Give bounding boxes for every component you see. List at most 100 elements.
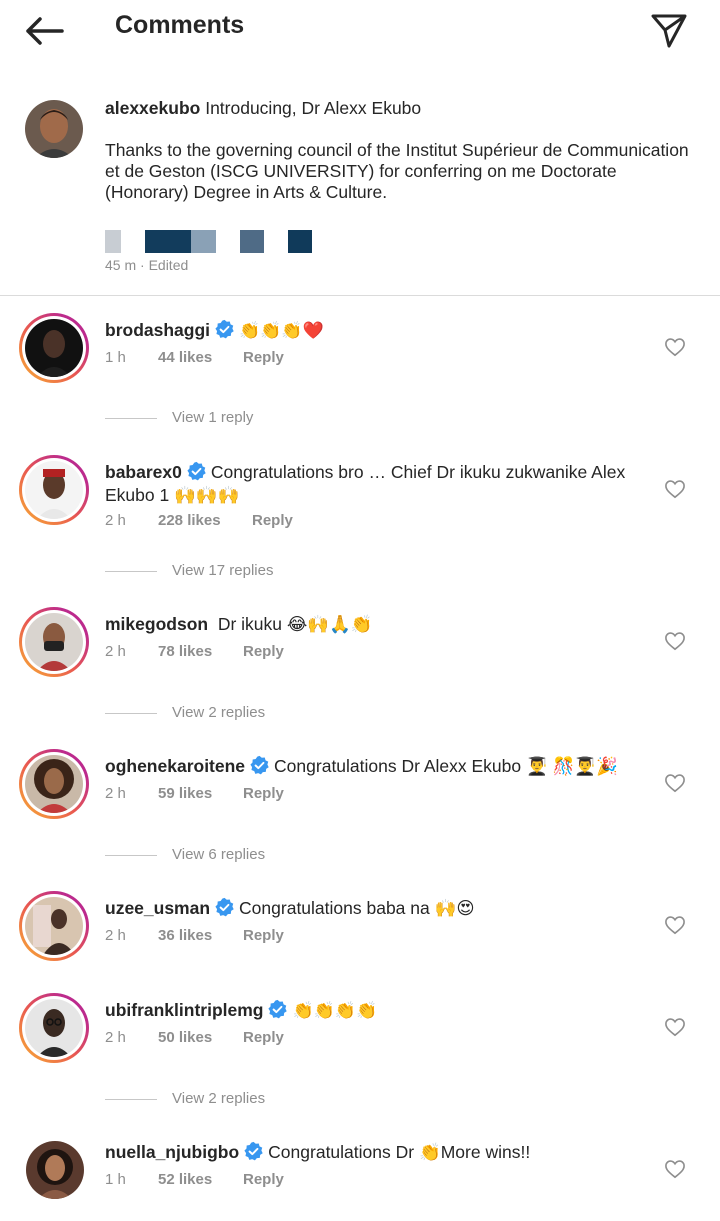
comment-likes[interactable]: 52 likes bbox=[158, 1171, 243, 1188]
comment-item: nuella_njubigbo Congratulations Dr 👏More … bbox=[0, 1135, 720, 1215]
comment-likes[interactable]: 78 likes bbox=[158, 643, 243, 660]
comment-likes[interactable]: 50 likes bbox=[158, 1029, 243, 1046]
comment-meta: 2 h 36 likes Reply bbox=[105, 927, 284, 944]
comment-text: babarex0 Congratulations bro … Chief Dr i… bbox=[105, 461, 650, 507]
comment-likes[interactable]: 44 likes bbox=[158, 349, 243, 366]
comment-text: brodashaggi 👏👏👏❤️ bbox=[105, 319, 650, 343]
reply-button[interactable]: Reply bbox=[243, 349, 284, 366]
verified-badge-icon bbox=[249, 755, 270, 776]
heart-outline-icon[interactable] bbox=[664, 337, 686, 357]
comment-username[interactable]: uzee_usman bbox=[105, 898, 210, 918]
caption-body: alexxekubo Introducing, Dr Alexx Ekubo T… bbox=[105, 98, 695, 203]
comment-username[interactable]: babarex0 bbox=[105, 462, 182, 482]
story-ring[interactable] bbox=[19, 313, 89, 383]
heart-outline-icon[interactable] bbox=[664, 915, 686, 935]
verified-badge-icon bbox=[214, 319, 235, 340]
comment-body: 👏👏👏❤️ bbox=[239, 321, 324, 341]
view-replies-button[interactable]: View 6 replies bbox=[105, 846, 265, 863]
caption-edited: · Edited bbox=[140, 257, 189, 273]
comment-likes[interactable]: 36 likes bbox=[158, 927, 243, 944]
comment-username[interactable]: brodashaggi bbox=[105, 320, 210, 340]
comment-meta: 1 h 44 likes Reply bbox=[105, 349, 284, 366]
comment-item: mikegodson Dr ikuku 😂🙌🙏👏 2 h 78 likes Repl… bbox=[0, 607, 720, 687]
comment-likes[interactable]: 228 likes bbox=[158, 512, 252, 529]
comment-text: uzee_usman Congratulations baba na 🙌😍 bbox=[105, 897, 650, 920]
story-ring[interactable] bbox=[19, 455, 89, 525]
avatar[interactable] bbox=[25, 100, 83, 158]
page-title: Comments bbox=[115, 11, 245, 39]
view-replies-label: View 1 reply bbox=[172, 409, 254, 426]
comment-time: 1 h bbox=[105, 1171, 126, 1188]
reply-button[interactable]: Reply bbox=[243, 1171, 284, 1188]
heart-outline-icon[interactable] bbox=[664, 1159, 686, 1179]
view-replies-label: View 2 replies bbox=[172, 704, 266, 721]
verified-badge-icon bbox=[267, 999, 288, 1020]
reply-button[interactable]: Reply bbox=[243, 927, 284, 944]
heart-outline-icon[interactable] bbox=[664, 631, 686, 651]
comment-body: Congratulations bro … Chief Dr ikuku zuk… bbox=[105, 462, 626, 505]
comment-body: Dr ikuku 😂🙌🙏👏 bbox=[217, 614, 373, 634]
comment-item: uzee_usman Congratulations baba na 🙌😍 2 h… bbox=[0, 891, 720, 971]
reply-button[interactable]: Reply bbox=[243, 643, 284, 660]
comment-meta: 2 h 78 likes Reply bbox=[105, 643, 284, 660]
view-replies-label: View 6 replies bbox=[172, 846, 266, 863]
heart-outline-icon[interactable] bbox=[664, 1017, 686, 1037]
view-replies-button[interactable]: View 17 replies bbox=[105, 562, 273, 579]
redacted-block bbox=[105, 230, 325, 254]
comment-text: nuella_njubigbo Congratulations Dr 👏More … bbox=[105, 1141, 650, 1164]
story-ring[interactable] bbox=[19, 607, 89, 677]
heart-outline-icon[interactable] bbox=[664, 773, 686, 793]
view-replies-label: View 17 replies bbox=[172, 562, 274, 579]
caption-text: Thanks to the governing council of the I… bbox=[105, 140, 689, 202]
comment-likes[interactable]: 59 likes bbox=[158, 785, 243, 802]
comment-time: 2 h bbox=[105, 643, 126, 660]
avatar[interactable] bbox=[26, 1141, 84, 1199]
view-replies-button[interactable]: View 2 replies bbox=[105, 1090, 265, 1107]
view-replies-button[interactable]: View 1 reply bbox=[105, 409, 253, 426]
comment-time: 2 h bbox=[105, 1029, 126, 1046]
comment-body: Congratulations baba na 🙌😍 bbox=[239, 898, 475, 918]
comment-item: oghenekaroitene Congratulations Dr Alexx … bbox=[0, 749, 720, 829]
caption-time: 45 m bbox=[105, 257, 137, 273]
comment-item: brodashaggi 👏👏👏❤️ 1 h 44 likes Reply bbox=[0, 313, 720, 393]
reply-button[interactable]: Reply bbox=[243, 1029, 284, 1046]
reply-button[interactable]: Reply bbox=[243, 785, 284, 802]
comment-body: 👏👏👏👏 bbox=[292, 1001, 378, 1021]
comment-username[interactable]: mikegodson bbox=[105, 614, 208, 634]
view-replies-label: View 2 replies bbox=[172, 1090, 266, 1107]
comment-meta: 2 h 50 likes Reply bbox=[105, 1029, 284, 1046]
avatar bbox=[25, 999, 83, 1057]
comment-username[interactable]: ubifranklintriplemg bbox=[105, 1000, 263, 1020]
comment-item: ubifranklintriplemg 👏👏👏👏 2 h 50 likes Reply bbox=[0, 993, 720, 1073]
comment-time: 2 h bbox=[105, 512, 126, 529]
comment-body: Congratulations Dr 👏More wins!! bbox=[268, 1142, 531, 1162]
story-ring[interactable] bbox=[19, 891, 89, 961]
avatar bbox=[25, 613, 83, 671]
comment-username[interactable]: nuella_njubigbo bbox=[105, 1142, 239, 1162]
caption-headline: Introducing, Dr Alexx Ekubo bbox=[205, 98, 422, 118]
heart-outline-icon[interactable] bbox=[664, 479, 686, 499]
comment-time: 2 h bbox=[105, 785, 126, 802]
comment-text: mikegodson Dr ikuku 😂🙌🙏👏 bbox=[105, 613, 650, 636]
comment-text: ubifranklintriplemg 👏👏👏👏 bbox=[105, 999, 650, 1023]
comment-meta: 2 h 59 likes Reply bbox=[105, 785, 284, 802]
reply-button[interactable]: Reply bbox=[252, 512, 293, 529]
avatar bbox=[25, 755, 83, 813]
comment-time: 2 h bbox=[105, 927, 126, 944]
comment-body: Congratulations Dr Alexx Ekubo 👨‍🎓 🎊👨‍🎓🎉 bbox=[274, 756, 619, 776]
comment-text: oghenekaroitene Congratulations Dr Alexx … bbox=[105, 755, 650, 778]
comment-username[interactable]: oghenekaroitene bbox=[105, 756, 245, 776]
avatar bbox=[25, 897, 83, 955]
caption-meta: 45 m · Edited bbox=[105, 257, 188, 273]
comment-item: babarex0 Congratulations bro … Chief Dr i… bbox=[0, 455, 720, 535]
view-replies-button[interactable]: View 2 replies bbox=[105, 704, 265, 721]
header-bar: Comments bbox=[0, 0, 720, 60]
paper-plane-icon[interactable] bbox=[648, 11, 690, 51]
comment-meta: 2 h 228 likes Reply bbox=[105, 512, 293, 529]
story-ring[interactable] bbox=[19, 993, 89, 1063]
back-arrow-icon[interactable] bbox=[22, 12, 68, 50]
verified-badge-icon bbox=[243, 1141, 264, 1162]
post-caption: alexxekubo Introducing, Dr Alexx Ekubo T… bbox=[0, 90, 720, 296]
caption-username[interactable]: alexxekubo bbox=[105, 98, 200, 118]
story-ring[interactable] bbox=[19, 749, 89, 819]
